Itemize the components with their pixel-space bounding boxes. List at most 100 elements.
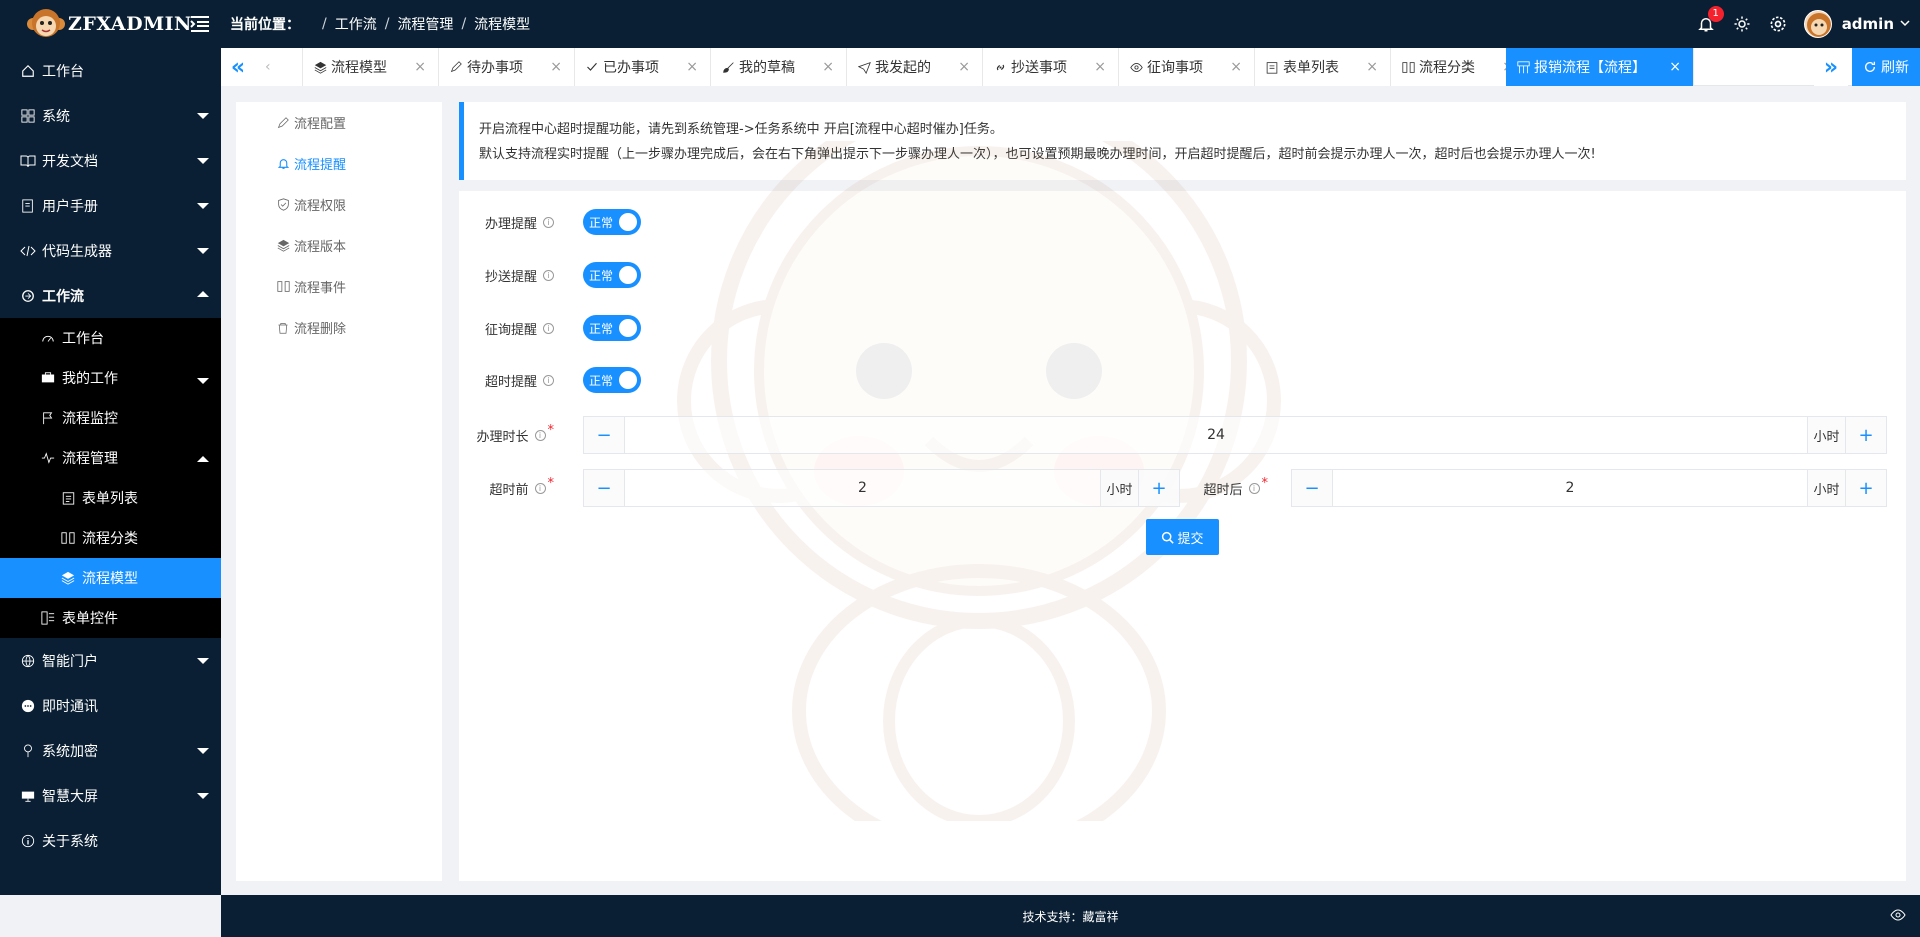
sidebar-item-encryption[interactable]: 系统加密	[0, 728, 221, 773]
consult-reminder-toggle[interactable]: 正常	[583, 315, 641, 341]
user-menu[interactable]: admin	[1803, 10, 1910, 38]
before-timeout-input[interactable]: 2	[624, 470, 1101, 506]
info-icon[interactable]: i	[543, 322, 554, 334]
flag-icon	[40, 410, 56, 426]
tab-form-list[interactable]: 表单列表 ×	[1255, 48, 1391, 86]
close-icon[interactable]: ×	[1669, 59, 1681, 75]
tab-done[interactable]: 已办事项 ×	[575, 48, 711, 86]
sidebar-item-label: 开发文档	[42, 153, 98, 170]
eye-icon[interactable]	[1890, 907, 1906, 926]
sidebar-item-form-list[interactable]: 表单列表	[0, 478, 221, 518]
sidebar-item-label: 工作流	[42, 288, 84, 305]
sidebar-item-dashboard[interactable]: 工作台	[0, 48, 221, 93]
model-icon	[1516, 60, 1530, 74]
sidebar-item-code-generator[interactable]: 代码生成器	[0, 228, 221, 273]
sidebar-item-im[interactable]: 即时通讯	[0, 683, 221, 728]
tab-consult[interactable]: 征询事项 ×	[1119, 48, 1255, 86]
link-icon	[993, 60, 1007, 74]
close-icon[interactable]: ×	[1230, 59, 1242, 75]
breadcrumb-item[interactable]: 工作流	[335, 14, 377, 34]
tabs-scroll-left-icon[interactable]: «	[221, 48, 255, 86]
duration-stepper[interactable]: − 24 小时 +	[583, 416, 1887, 454]
info-icon[interactable]: i	[534, 429, 546, 441]
close-icon[interactable]: ×	[958, 59, 970, 75]
info-icon[interactable]: i	[1248, 482, 1260, 494]
sidebar-item-process-model[interactable]: 流程模型	[0, 558, 221, 598]
submenu-item-version[interactable]: 流程版本	[236, 225, 442, 266]
settings-gear-icon[interactable]	[1760, 0, 1796, 48]
info-icon[interactable]: i	[534, 482, 546, 494]
submenu-item-delete[interactable]: 流程删除	[236, 307, 442, 348]
sidebar-item-label: 工作台	[62, 331, 104, 347]
sidebar-item-workflow-dashboard[interactable]: 工作台	[0, 318, 221, 358]
decrement-button[interactable]: −	[1292, 470, 1332, 506]
decrement-button[interactable]: −	[584, 470, 624, 506]
username: admin	[1841, 15, 1894, 33]
code-icon	[20, 243, 36, 259]
sidebar-item-process-category[interactable]: 流程分类	[0, 518, 221, 558]
submit-button[interactable]: 提交	[1146, 519, 1219, 555]
book-icon	[20, 153, 36, 169]
sidebar-item-label: 表单控件	[62, 611, 118, 627]
handle-reminder-toggle[interactable]: 正常	[583, 209, 641, 235]
sidebar-item-system[interactable]: 系统	[0, 93, 221, 138]
close-icon[interactable]: ×	[550, 59, 562, 75]
notification-bell-icon[interactable]: 1	[1688, 0, 1724, 48]
sidebar-item-about[interactable]: 关于系统	[0, 818, 221, 863]
close-icon[interactable]: ×	[686, 59, 698, 75]
duration-input[interactable]: 24	[624, 417, 1808, 453]
close-icon[interactable]: ×	[822, 59, 834, 75]
info-icon[interactable]: i	[543, 269, 554, 281]
breadcrumb: 当前位置： / 工作流 / 流程管理 / 流程模型	[230, 14, 531, 34]
chevron-down-icon	[1900, 16, 1910, 32]
menu-collapse-icon[interactable]	[188, 12, 212, 36]
refresh-button[interactable]: 刷新	[1852, 48, 1920, 86]
after-timeout-input[interactable]: 2	[1332, 470, 1808, 506]
submenu-item-event[interactable]: 流程事件	[236, 266, 442, 307]
sidebar-item-dev-docs[interactable]: 开发文档	[0, 138, 221, 183]
tab-drafts[interactable]: 我的草稿 ×	[711, 48, 847, 86]
after-timeout-stepper[interactable]: − 2 小时 +	[1291, 469, 1887, 507]
tab-process-model[interactable]: 流程模型 ×	[303, 48, 439, 86]
tab-label: 流程分类	[1419, 60, 1475, 76]
sidebar-item-form-controls[interactable]: 表单控件	[0, 598, 221, 638]
increment-button[interactable]: +	[1846, 417, 1886, 453]
decrement-button[interactable]: −	[584, 417, 624, 453]
before-timeout-stepper[interactable]: − 2 小时 +	[583, 469, 1180, 507]
close-icon[interactable]: ×	[1094, 59, 1106, 75]
notification-badge: 1	[1707, 6, 1724, 22]
dashboard-icon	[40, 330, 56, 346]
submenu-item-reminder[interactable]: 流程提醒	[236, 143, 442, 184]
sidebar-item-process-management[interactable]: 流程管理	[0, 438, 221, 478]
sidebar-item-workflow[interactable]: 工作流	[0, 273, 221, 318]
submenu-item-config[interactable]: 流程配置	[236, 102, 442, 143]
logo[interactable]: ZFXADMIN	[26, 4, 192, 44]
sidebar-item-my-work[interactable]: 我的工作	[0, 358, 221, 398]
sidebar-item-user-manual[interactable]: 用户手册	[0, 183, 221, 228]
tab-initiated[interactable]: 我发起的 ×	[847, 48, 983, 86]
tab-todo[interactable]: 待办事项 ×	[439, 48, 575, 86]
info-icon[interactable]: i	[543, 216, 554, 228]
caret-down-icon	[197, 203, 209, 209]
field-label: 超时后 i *	[1203, 475, 1268, 498]
timeout-reminder-toggle[interactable]: 正常	[583, 367, 641, 393]
close-icon[interactable]: ×	[1366, 59, 1378, 75]
breadcrumb-item[interactable]: 流程模型	[474, 14, 530, 34]
tab-bar: « ‹ 流程模型 × 待办事项 × 已办事项 × 我的草稿 × 我发起的 × 抄送事项 × …	[221, 48, 1920, 86]
submenu-item-permission[interactable]: 流程权限	[236, 184, 442, 225]
close-icon[interactable]: ×	[414, 59, 426, 75]
breadcrumb-item[interactable]: 流程管理	[397, 14, 453, 34]
sidebar-item-process-monitor[interactable]: 流程监控	[0, 398, 221, 438]
sidebar-item-big-screen[interactable]: 智慧大屏	[0, 773, 221, 818]
sidebar-item-label: 智能门户	[42, 653, 98, 670]
tab-reimbursement-process[interactable]: 报销流程【流程】 ×	[1506, 48, 1694, 86]
theme-sun-icon[interactable]	[1724, 0, 1760, 48]
tab-cc[interactable]: 抄送事项 ×	[983, 48, 1119, 86]
tabs-scroll-right-icon[interactable]: »	[1814, 48, 1848, 86]
info-icon[interactable]: i	[543, 374, 554, 386]
bell-icon	[276, 157, 290, 171]
cc-reminder-toggle[interactable]: 正常	[583, 262, 641, 288]
sidebar-item-portal[interactable]: 智能门户	[0, 638, 221, 683]
increment-button[interactable]: +	[1846, 470, 1886, 506]
tab-partial[interactable]: ‹	[255, 48, 303, 86]
